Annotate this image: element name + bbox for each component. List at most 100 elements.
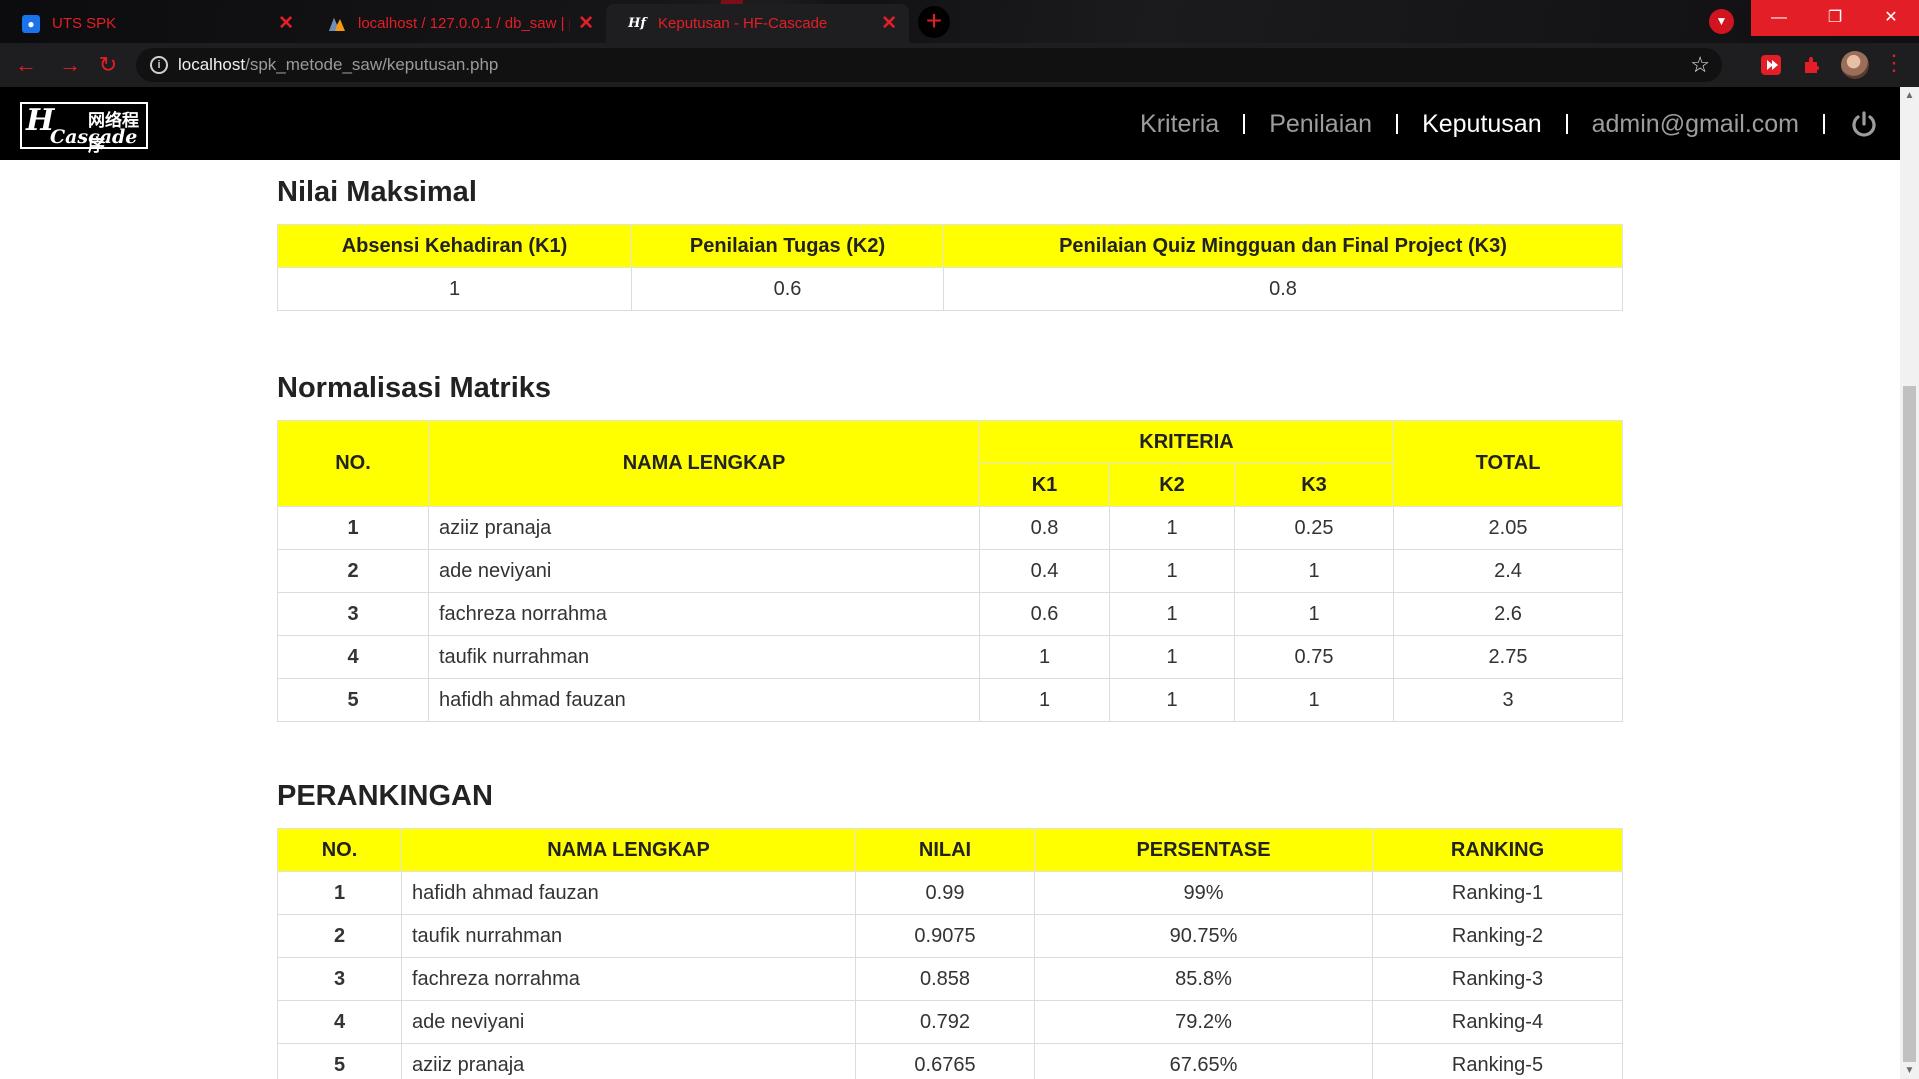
cell-k3: 0.75 (1233, 635, 1395, 679)
power-icon[interactable] (1849, 109, 1879, 139)
close-window-button[interactable]: ✕ (1863, 0, 1919, 36)
value-k2: 0.6 (631, 267, 944, 311)
puzzle-extension-icon[interactable] (1802, 55, 1822, 75)
cell-no: 3 (277, 592, 429, 636)
cell-nilai: 0.6765 (855, 1043, 1035, 1079)
forward-button[interactable]: → (56, 51, 84, 79)
scroll-down-arrow-icon[interactable]: ▼ (1900, 1062, 1919, 1079)
site-logo[interactable]: H Cascade 网络程序 (20, 102, 148, 155)
cell-no: 4 (277, 635, 429, 679)
header-k1: Absensi Kehadiran (K1) (277, 224, 632, 268)
page-scrollbar[interactable]: ▲ ▼ (1900, 87, 1919, 1079)
table-row: 4 taufik nurrahman 1 1 0.75 2.75 (277, 635, 1624, 679)
extension-icon[interactable] (1761, 55, 1781, 75)
cell-k2: 1 (1109, 678, 1235, 722)
nav-keputusan[interactable]: Keputusan (1422, 110, 1542, 139)
phpmyadmin-icon (328, 15, 346, 33)
cell-no: 2 (277, 914, 402, 958)
profile-avatar[interactable] (1841, 51, 1869, 79)
nav-separator (1823, 114, 1825, 134)
cell-nilai: 0.858 (855, 957, 1035, 1001)
table-row: 3 fachreza norrahma 0.858 85.8% Ranking-… (277, 957, 1623, 1001)
url-text[interactable]: localhost/spk_metode_saw/keputusan.php (178, 55, 498, 75)
cell-k1: 0.8 (979, 506, 1110, 550)
header-k3: Penilaian Quiz Mingguan dan Final Projec… (943, 224, 1623, 268)
cell-persentase: 85.8% (1034, 957, 1373, 1001)
nav-separator (1565, 114, 1568, 134)
tab-strip: ● UTS SPK ✕ localhost / 127.0.0.1 / db_s… (0, 0, 1919, 88)
cell-k1: 0.6 (979, 592, 1110, 636)
browser-toolbar: ← → ↻ i localhost/spk_metode_saw/keputus… (0, 43, 1919, 87)
site-header: H Cascade 网络程序 Kriteria Penilaian Keputu… (0, 87, 1900, 160)
browser-window: ● UTS SPK ✕ localhost / 127.0.0.1 / db_s… (0, 0, 1919, 1079)
cell-nama: aziiz pranaja (401, 1043, 856, 1079)
info-icon[interactable]: i (150, 56, 168, 74)
reload-button[interactable]: ↻ (94, 51, 122, 79)
cell-k3: 1 (1233, 592, 1395, 636)
tab-uts-spk[interactable]: ● UTS SPK ✕ (0, 4, 306, 43)
cell-nilai: 0.99 (855, 871, 1035, 915)
restore-button[interactable]: ❐ (1807, 0, 1863, 36)
cell-nama: ade neviyani (401, 1000, 856, 1044)
scrollbar-thumb[interactable] (1903, 386, 1916, 1062)
cell-no: 4 (277, 1000, 402, 1044)
table-row: 2 taufik nurrahman 0.9075 90.75% Ranking… (277, 914, 1623, 958)
perankingan-title: PERANKINGAN (277, 780, 493, 812)
header-k3: K3 (1233, 463, 1395, 507)
header-k2: K2 (1109, 463, 1235, 507)
cell-persentase: 90.75% (1034, 914, 1373, 958)
main-nav: Kriteria Penilaian Keputusan admin@gmail… (1140, 104, 1900, 144)
cell-k1: 0.4 (979, 549, 1110, 593)
close-icon[interactable]: ✕ (881, 12, 897, 35)
cell-nama: taufik nurrahman (428, 635, 980, 679)
header-no: NO. (277, 828, 402, 872)
cell-total: 2.4 (1393, 549, 1624, 593)
cell-k3: 1 (1233, 549, 1395, 593)
header-nilai: NILAI (855, 828, 1035, 872)
value-k1: 1 (277, 267, 632, 311)
extension-download-icon[interactable]: ▼ (1709, 9, 1734, 34)
kebab-menu-icon[interactable]: ⋮ (1883, 50, 1905, 76)
table-header-row: NO. NAMA LENGKAP NILAI PERSENTASE RANKIN… (277, 828, 1623, 872)
nav-kriteria[interactable]: Kriteria (1140, 110, 1219, 139)
cell-nama: fachreza norrahma (401, 957, 856, 1001)
table-row: 1 hafidh ahmad fauzan 0.99 99% Ranking-1 (277, 871, 1623, 915)
new-tab-button[interactable]: + (918, 6, 950, 38)
header-k2: Penilaian Tugas (K2) (631, 224, 944, 268)
cell-no: 2 (277, 549, 429, 593)
hf-logo-icon: Hf (628, 16, 646, 31)
scroll-up-arrow-icon[interactable]: ▲ (1900, 87, 1919, 104)
tab-phpmyadmin[interactable]: localhost / 127.0.0.1 / db_saw | p ✕ (306, 4, 606, 43)
cell-no: 1 (277, 506, 429, 550)
main-content: Nilai Maksimal Absensi Kehadiran (K1) Pe… (277, 160, 1624, 1079)
bookmark-star-icon[interactable]: ☆ (1690, 52, 1710, 78)
cell-nama: ade neviyani (428, 549, 980, 593)
cell-ranking: Ranking-1 (1372, 871, 1623, 915)
close-icon[interactable]: ✕ (578, 12, 594, 35)
table-header-row: NO. NAMA LENGKAP KRITERIA TOTAL (277, 420, 1624, 507)
close-icon[interactable]: ✕ (278, 12, 294, 35)
cell-nama: taufik nurrahman (401, 914, 856, 958)
table-row: 3 fachreza norrahma 0.6 1 1 2.6 (277, 592, 1624, 636)
cell-nama: aziiz pranaja (428, 506, 980, 550)
normalisasi-title: Normalisasi Matriks (277, 372, 552, 404)
cell-k2: 1 (1109, 635, 1235, 679)
cell-nama: hafidh ahmad fauzan (401, 871, 856, 915)
header-no: NO. (277, 420, 429, 507)
address-bar[interactable]: i localhost/spk_metode_saw/keputusan.php… (136, 48, 1722, 82)
minimize-button[interactable]: — (1751, 0, 1807, 36)
back-button[interactable]: ← (12, 51, 40, 79)
cell-k2: 1 (1109, 592, 1235, 636)
value-k3: 0.8 (943, 267, 1623, 311)
cell-persentase: 67.65% (1034, 1043, 1373, 1079)
tab-title: Keputusan - HF-Cascade (658, 15, 828, 32)
header-kriteria: KRITERIA (978, 420, 1395, 464)
tab-keputusan[interactable]: Hf Keputusan - HF-Cascade ✕ (606, 4, 909, 43)
nav-user-email[interactable]: admin@gmail.com (1592, 110, 1799, 139)
normalisasi-table: NO. NAMA LENGKAP KRITERIA TOTAL K1 K2 K3… (277, 420, 1624, 722)
cell-nilai: 0.9075 (855, 914, 1035, 958)
nav-penilaian[interactable]: Penilaian (1269, 110, 1372, 139)
cell-k1: 1 (979, 635, 1110, 679)
cell-ranking: Ranking-5 (1372, 1043, 1623, 1079)
